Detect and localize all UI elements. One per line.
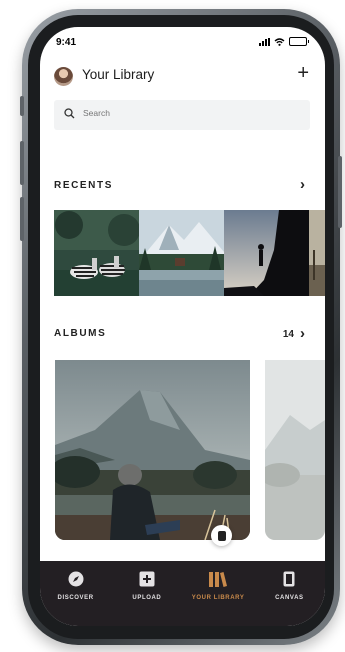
library-books-icon bbox=[208, 571, 228, 587]
volume-up-button bbox=[20, 141, 24, 185]
recents-see-all[interactable]: › bbox=[300, 176, 305, 193]
search-icon bbox=[64, 108, 75, 119]
page-title: Your Library bbox=[82, 67, 155, 82]
signal-icon bbox=[259, 37, 270, 46]
canvas-frame-icon bbox=[283, 571, 295, 587]
album-card-faded[interactable] bbox=[265, 360, 325, 540]
avatar[interactable] bbox=[54, 67, 73, 86]
power-button bbox=[338, 156, 342, 228]
bottom-nav: DISCOVER UPLOAD YOUR LIBRARY CANVAS bbox=[40, 561, 325, 626]
recents-carousel[interactable] bbox=[54, 210, 325, 296]
nav-label-discover: DISCOVER bbox=[57, 595, 94, 601]
album-canvas-badge[interactable] bbox=[211, 525, 232, 546]
recent-photo-silhouette[interactable] bbox=[224, 210, 309, 296]
recent-photo-zebras[interactable] bbox=[54, 210, 139, 296]
search-input[interactable] bbox=[83, 108, 283, 118]
nav-label-your-library: YOUR LIBRARY bbox=[191, 595, 245, 601]
recent-photo-mountain-lake[interactable] bbox=[139, 210, 224, 296]
nav-label-upload: UPLOAD bbox=[132, 595, 162, 601]
chevron-right-icon: › bbox=[300, 325, 305, 342]
search-box[interactable] bbox=[54, 100, 310, 130]
albums-see-all[interactable]: 14 › bbox=[282, 325, 305, 342]
album-card-mountain[interactable] bbox=[55, 360, 250, 540]
nav-item-canvas[interactable]: CANVAS bbox=[254, 561, 325, 626]
nav-label-canvas: CANVAS bbox=[275, 595, 304, 601]
canvas-icon bbox=[217, 530, 226, 541]
chevron-right-icon: › bbox=[300, 176, 305, 193]
volume-down-button bbox=[20, 197, 24, 241]
recent-photo-sunset[interactable] bbox=[309, 210, 325, 296]
status-icons bbox=[259, 37, 309, 46]
nav-item-discover[interactable]: DISCOVER bbox=[40, 561, 111, 626]
mute-switch bbox=[20, 96, 24, 116]
albums-count: 14 bbox=[282, 328, 294, 340]
battery-icon bbox=[289, 37, 309, 46]
app-screen: 9:41 Your Library + RECENTS › bbox=[40, 27, 325, 626]
nav-item-your-library[interactable]: YOUR LIBRARY bbox=[183, 561, 254, 626]
add-button[interactable]: + bbox=[297, 63, 309, 83]
compass-icon bbox=[68, 571, 84, 587]
albums-title: ALBUMS bbox=[54, 328, 107, 339]
status-time: 9:41 bbox=[56, 37, 77, 48]
upload-plus-icon bbox=[139, 571, 155, 587]
wifi-icon bbox=[274, 37, 285, 46]
nav-item-upload[interactable]: UPLOAD bbox=[111, 561, 182, 626]
recents-title: RECENTS bbox=[54, 180, 113, 191]
